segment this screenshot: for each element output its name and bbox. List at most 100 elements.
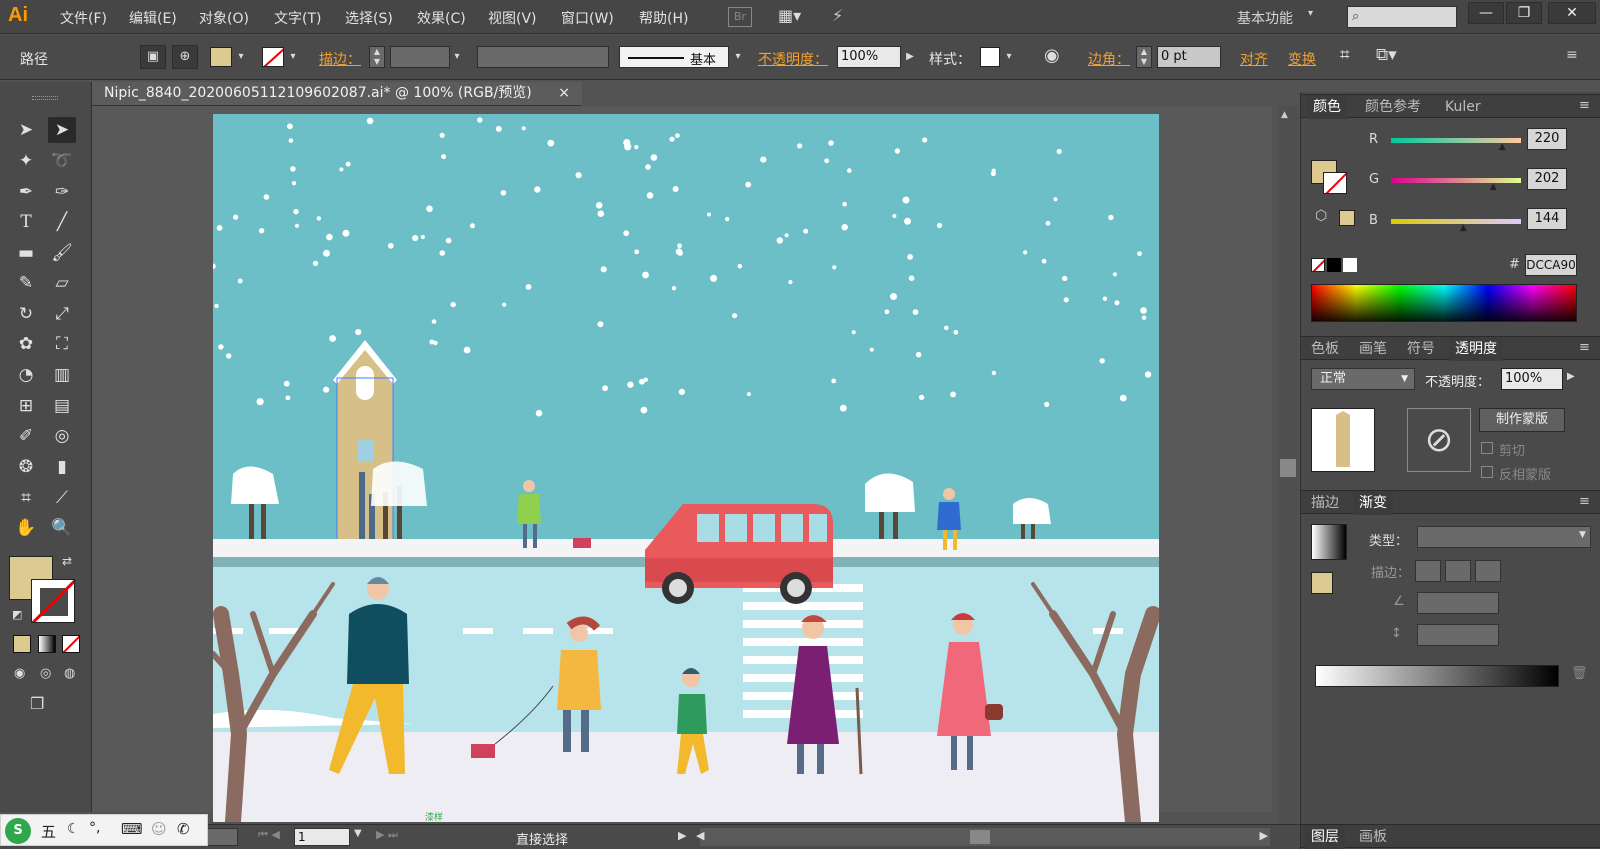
isolate-group-icon[interactable]: ▣ <box>140 45 166 69</box>
artboard-tool-icon[interactable]: ⌗ <box>12 485 40 511</box>
status-menu-arrow-icon[interactable]: ▶ <box>678 829 686 842</box>
tab-layers[interactable]: 图层 <box>1305 825 1345 849</box>
bridge-button[interactable]: Br <box>728 7 752 27</box>
corner-stepper[interactable]: ▲ ▼ <box>1136 46 1152 68</box>
shape-builder-icon[interactable]: ⌗ <box>1340 45 1350 65</box>
b-slider-track[interactable] <box>1391 219 1521 224</box>
none-swatch[interactable] <box>1311 258 1325 272</box>
tab-symbols[interactable]: 符号 <box>1401 337 1441 361</box>
transform-link[interactable]: 变换 <box>1288 49 1316 69</box>
r-slider-thumb[interactable]: ▲ <box>1499 142 1506 152</box>
stroke-gradient-within-icon[interactable] <box>1415 560 1441 582</box>
chevron-down-icon[interactable]: ▾ <box>286 46 300 68</box>
lasso-icon[interactable]: ➰ <box>48 148 76 174</box>
align-link[interactable]: 对齐 <box>1240 49 1268 69</box>
curvature-pen-icon[interactable]: ✑ <box>48 179 76 205</box>
artboard[interactable]: 漆样 <box>213 114 1159 822</box>
brush-definition[interactable]: 基本 <box>619 46 729 68</box>
page-input[interactable]: 1 <box>294 828 350 846</box>
g-slider-track[interactable] <box>1391 178 1521 183</box>
make-mask-button[interactable]: 制作蒙版 <box>1479 408 1565 432</box>
workspace-switcher[interactable]: 基本功能 <box>1237 8 1293 28</box>
gradient-angle-input[interactable] <box>1417 592 1499 614</box>
first-page-icon[interactable]: ⏮ ◀ <box>258 828 280 842</box>
none-mode-icon[interactable] <box>62 635 80 653</box>
zoom-tool-icon[interactable]: 🔍 <box>48 515 76 541</box>
opacity-arrow-icon[interactable]: ▶ <box>903 46 917 68</box>
white-swatch[interactable] <box>1343 258 1357 272</box>
shape-builder-tool-icon[interactable]: ◔ <box>12 362 40 388</box>
minimize-button[interactable]: — <box>1468 2 1504 24</box>
color-mode-icon[interactable] <box>13 635 31 653</box>
opacity-input[interactable]: 100% <box>837 46 901 68</box>
clip-checkbox[interactable] <box>1481 442 1493 454</box>
g-slider-thumb[interactable]: ▲ <box>1490 182 1497 192</box>
gradient-type-select[interactable] <box>1417 526 1591 548</box>
menu-help[interactable]: 帮助(H) <box>639 8 688 28</box>
panel-menu-icon[interactable]: ≡ <box>1566 47 1578 63</box>
gradient-tool-icon[interactable]: ▤ <box>48 393 76 419</box>
fill-swatch[interactable] <box>210 47 232 67</box>
tab-stroke[interactable]: 描边 <box>1305 491 1345 515</box>
blend-tool-icon[interactable]: ◎ <box>48 423 76 449</box>
keyboard-icon[interactable]: ⌨ <box>121 820 143 838</box>
swap-colors-icon[interactable]: ⇄ <box>62 554 72 568</box>
b-value-input[interactable]: 144 <box>1527 208 1567 230</box>
type-tool-icon[interactable]: T <box>12 209 40 235</box>
graphic-style-swatch[interactable] <box>980 47 1000 67</box>
wrench-icon[interactable]: ✆ <box>177 820 190 838</box>
paintbrush-icon[interactable]: 🖌 <box>48 240 76 266</box>
chevron-down-icon[interactable]: ▾ <box>1002 46 1016 68</box>
menu-effect[interactable]: 效果(C) <box>417 8 466 28</box>
menu-file[interactable]: 文件(F) <box>60 8 107 28</box>
chevron-down-icon[interactable]: ▾ <box>1308 8 1313 19</box>
color-spectrum[interactable] <box>1311 284 1577 322</box>
tab-brushes[interactable]: 画笔 <box>1353 337 1393 361</box>
panel-menu-icon[interactable]: ≡ <box>1579 98 1590 113</box>
chevron-down-icon[interactable]: ▾ <box>731 46 745 68</box>
gradient-aspect-input[interactable] <box>1417 624 1499 646</box>
menu-type[interactable]: 文字(T) <box>274 8 321 28</box>
last-page-icon[interactable]: ▶ ⏭ <box>376 828 398 842</box>
variable-width-profile[interactable] <box>477 46 609 68</box>
out-of-web-swatch[interactable] <box>1339 210 1355 226</box>
trash-icon[interactable]: 🗑 <box>1571 666 1588 681</box>
tab-kuler[interactable]: Kuler <box>1439 95 1487 119</box>
punctuation-icon[interactable]: °, <box>89 820 100 836</box>
tab-swatches[interactable]: 色板 <box>1305 337 1345 361</box>
transparency-opacity-input[interactable]: 100% <box>1501 368 1563 390</box>
vertical-scroll-thumb[interactable] <box>1280 459 1296 477</box>
mesh-tool-icon[interactable]: ⊞ <box>12 393 40 419</box>
search-input[interactable]: ⌕ <box>1347 6 1457 28</box>
corner-label[interactable]: 边角： <box>1088 49 1130 69</box>
panel-menu-icon[interactable]: ≡ <box>1579 340 1590 355</box>
slice-tool-icon[interactable]: ⟋ <box>48 485 76 511</box>
perspective-grid-icon[interactable]: ▥ <box>48 362 76 388</box>
tab-color[interactable]: 颜色 <box>1307 95 1347 119</box>
default-colors-icon[interactable]: ◩ <box>12 608 22 621</box>
magic-wand-icon[interactable]: ✦ <box>12 148 40 174</box>
selection-tool-icon[interactable]: ➤ <box>12 117 40 143</box>
vertical-scrollbar[interactable]: ▲ <box>1278 106 1298 824</box>
draw-inside-icon[interactable]: ◍ <box>64 666 75 681</box>
gradient-mode-icon[interactable] <box>38 635 56 653</box>
invert-mask-checkbox[interactable] <box>1481 466 1493 478</box>
gradient-fill-swatch[interactable] <box>1311 572 1333 594</box>
column-graph-icon[interactable]: ▮ <box>48 454 76 480</box>
hand-tool-icon[interactable]: ✋ <box>12 515 40 541</box>
corner-input[interactable]: 0 pt <box>1157 46 1221 68</box>
blend-mode-select[interactable]: 正常 ▼ <box>1311 368 1415 390</box>
arrange-documents-icon[interactable]: ▦▾ <box>778 6 814 28</box>
ime-logo[interactable]: S <box>5 818 31 844</box>
scale-tool-icon[interactable]: ⤢ <box>48 301 76 327</box>
eraser-icon[interactable]: ▱ <box>48 270 76 296</box>
opacity-label[interactable]: 不透明度： <box>758 49 828 69</box>
direct-selection-tool-icon[interactable]: ➤ <box>48 117 76 143</box>
tab-gradient[interactable]: 渐变 <box>1353 491 1393 515</box>
panel-menu-icon[interactable]: ≡ <box>1579 494 1590 509</box>
stroke-weight-field[interactable] <box>390 46 450 68</box>
anchor-point-icon[interactable]: ⊕ <box>172 45 198 69</box>
warp-tool-icon[interactable]: ✿ <box>12 331 40 357</box>
r-value-input[interactable]: 220 <box>1527 128 1567 150</box>
horizontal-scroll-thumb[interactable] <box>970 830 990 844</box>
